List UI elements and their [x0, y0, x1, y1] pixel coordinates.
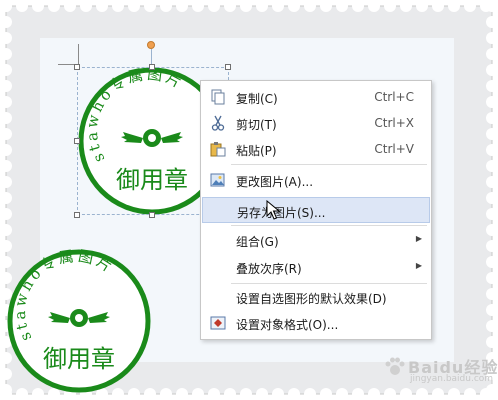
mouse-cursor-icon	[266, 200, 280, 220]
resize-handle-left[interactable]	[74, 138, 80, 144]
seal-center-text: 御用章	[43, 345, 115, 373]
menu-item-paste[interactable]: 粘贴(P) Ctrl+V	[202, 136, 430, 162]
watermark: Baidu经验 jingyan.baidu.com	[384, 352, 497, 392]
menu-item-shortcut: Ctrl+V	[374, 142, 414, 156]
menu-item-label: 复制(C)	[236, 92, 278, 106]
menu-item-shortcut: Ctrl+X	[374, 116, 414, 130]
menu-item-label: 设置对象格式(O)...	[236, 318, 339, 332]
menu-item-label: 剪切(T)	[236, 118, 277, 132]
menu-separator	[231, 225, 427, 226]
menu-item-set-default-effect[interactable]: 设置自选图形的默认效果(D)	[202, 284, 430, 310]
change-picture-icon	[210, 173, 225, 187]
menu-item-shortcut: Ctrl+C	[374, 90, 414, 104]
menu-item-cut[interactable]: 剪切(T) Ctrl+X	[202, 110, 430, 136]
menu-item-change-picture[interactable]: 更改图片(A)...	[202, 167, 430, 193]
menu-item-order[interactable]: 叠放次序(R) ▶	[202, 254, 430, 280]
menu-item-label: 组合(G)	[236, 235, 279, 249]
menu-item-copy[interactable]: 复制(C) Ctrl+C	[202, 84, 430, 110]
resize-handle-top-left[interactable]	[74, 64, 80, 70]
document-canvas: stawho专属图片 御用章 stawho专属图片 御用章 复制(C) Ctrl…	[0, 0, 498, 400]
page-margin-marker	[58, 44, 79, 65]
menu-item-label: 叠放次序(R)	[236, 262, 302, 276]
menu-item-label: 更改图片(A)...	[236, 175, 314, 189]
watermark-url: jingyan.baidu.com	[410, 374, 494, 384]
cut-icon	[211, 115, 225, 131]
paste-icon	[210, 142, 226, 157]
menu-item-format-object[interactable]: 设置对象格式(O)...	[202, 310, 430, 336]
resize-handle-bottom-left[interactable]	[74, 212, 80, 218]
rotate-connector	[151, 49, 152, 65]
rotate-handle[interactable]	[147, 41, 155, 49]
menu-item-label: 另存为图片(S)...	[237, 206, 326, 220]
submenu-arrow-icon: ▶	[415, 234, 422, 243]
menu-item-label: 粘贴(P)	[236, 144, 277, 158]
resize-handle-bottom[interactable]	[149, 212, 155, 218]
submenu-arrow-icon: ▶	[415, 261, 422, 270]
copy-icon	[211, 89, 225, 105]
menu-item-label: 设置自选图形的默认效果(D)	[236, 292, 387, 306]
context-menu: 复制(C) Ctrl+C 剪切(T) Ctrl+X 粘贴(P) Ctrl+V 更…	[200, 80, 432, 340]
menu-item-group[interactable]: 组合(G) ▶	[202, 227, 430, 253]
menu-item-save-as-picture[interactable]: 另存为图片(S)...	[202, 197, 430, 223]
seal-image-copy[interactable]: stawho专属图片 御用章	[4, 246, 154, 396]
format-object-icon	[210, 316, 226, 330]
menu-separator	[231, 164, 427, 165]
resize-handle-top[interactable]	[149, 64, 155, 70]
resize-handle-top-right[interactable]	[225, 64, 231, 70]
paw-logo-icon	[385, 357, 405, 375]
